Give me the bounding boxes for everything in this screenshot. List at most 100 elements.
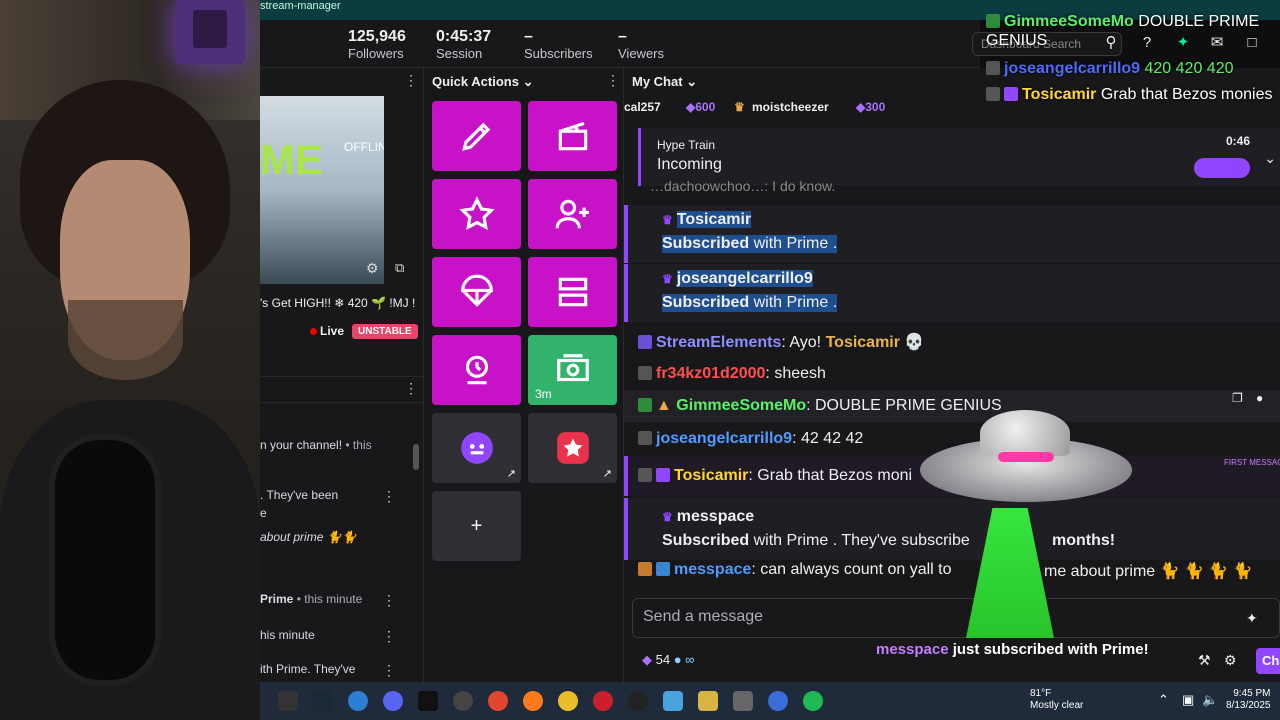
quick-actions-header[interactable]: Quick Actions ⌄ [432, 74, 533, 90]
app-yellow-icon[interactable] [698, 691, 718, 711]
live-dot [310, 328, 317, 335]
leader-name: moistcheezer [752, 100, 829, 114]
chat-message[interactable]: Tosicamir: Grab that Bezos moni [638, 467, 912, 485]
popout-icon[interactable]: ⧉ [395, 260, 404, 276]
camera-icon[interactable] [733, 691, 753, 711]
edit-stream-info-button[interactable] [432, 101, 521, 171]
network-icon[interactable]: ▣ [1182, 692, 1194, 708]
activity-text: n your channel! [260, 438, 343, 452]
drops-button[interactable] [432, 257, 521, 327]
settings-icon[interactable]: ⚙ [366, 260, 379, 277]
quick-actions-title: Quick Actions [432, 74, 519, 89]
clock[interactable]: 9:45 PM 8/13/2025 [1226, 688, 1271, 712]
stat-value: 0:45:37 [436, 28, 492, 45]
run-ad-button[interactable] [432, 179, 521, 249]
extension-star-button[interactable]: ↗ [528, 413, 617, 483]
steam-icon[interactable] [313, 691, 333, 711]
panel-menu-icon[interactable]: ⋮ [404, 72, 418, 89]
mod-tools-icon[interactable]: ⚒ [1198, 652, 1211, 669]
overlay-username: Tosicamir [1022, 86, 1097, 103]
sub-badge-icon [986, 87, 1000, 101]
stat-subscribers: – Subscribers [524, 28, 593, 62]
window-title: stream-manager [260, 0, 341, 12]
leader-name: cal257 [624, 100, 661, 114]
ad-timer-button[interactable]: 3m [528, 335, 617, 405]
app-swirl-icon[interactable] [768, 691, 788, 711]
app-red-icon[interactable] [488, 691, 508, 711]
cat-emote-icon: 🐈 🐈 🐈 🐈 [1159, 563, 1253, 580]
emote-picker-icon[interactable]: ✦ [1246, 610, 1258, 627]
chat-message[interactable]: StreamElements: Ayo! Tosicamir 💀 [638, 332, 924, 352]
chat-message[interactable]: messpace: can always count on yall to [638, 561, 952, 579]
stream-title: 's Get HIGH!! ❄ 420 🌱 !MJ ! [260, 296, 416, 310]
activity-item-menu-icon[interactable]: ⋮ [382, 592, 396, 609]
chat-header[interactable]: My Chat ⌄ [632, 74, 697, 90]
sub-badge-icon [638, 468, 652, 482]
activity-item[interactable]: n your channel! • this [260, 438, 372, 452]
activity-time: • this [342, 438, 372, 452]
activity-item[interactable]: his minute [260, 628, 315, 642]
cursor-app-icon[interactable] [418, 691, 438, 711]
activity-item[interactable]: about prime 🐈🐈 [260, 530, 357, 544]
extension-bot-button[interactable]: ↗ [432, 413, 521, 483]
overlay-text: Grab that Bezos monies [1096, 86, 1273, 103]
chat-username[interactable]: joseangelcarrillo9 [656, 430, 792, 447]
obs-icon[interactable] [453, 691, 473, 711]
chat-username[interactable]: Tosicamir [674, 467, 748, 484]
chat-message[interactable]: fr34kz01d2000: sheesh [638, 365, 826, 383]
epic-games-icon[interactable] [278, 691, 298, 711]
activity-scrollbar[interactable] [413, 444, 419, 470]
activity-item-menu-icon[interactable]: ⋮ [382, 628, 396, 645]
chat-username[interactable]: GimmeeSomeMo [676, 397, 806, 414]
quick-actions-menu-icon[interactable]: ⋮ [606, 72, 620, 89]
chat-username[interactable]: StreamElements [656, 334, 781, 351]
stat-value: – [524, 28, 533, 45]
opera-icon[interactable] [593, 691, 613, 711]
volume-icon[interactable]: 🔈 [1202, 692, 1218, 708]
activity-item-menu-icon[interactable]: ⋮ [382, 488, 396, 505]
add-quick-action-button[interactable]: + [432, 491, 521, 561]
chat-message[interactable]: joseangelcarrillo9: 42 42 42 [638, 430, 863, 448]
ufo-dome [980, 410, 1070, 456]
bits-badge-icon [656, 468, 670, 482]
discord-icon[interactable] [383, 691, 403, 711]
activity-item[interactable]: ith Prime. They've [260, 662, 355, 676]
quick-actions-panel: Quick Actions ⌄ ⋮ 3m ↗ ↗ + [424, 68, 624, 682]
chat-username[interactable]: messpace [674, 561, 751, 578]
taskbar [260, 682, 1280, 720]
chat-username[interactable]: fr34kz01d2000 [656, 365, 765, 382]
activity-menu-icon[interactable]: ⋮ [404, 380, 418, 397]
weather-widget[interactable]: 81°F Mostly clear [1030, 688, 1083, 712]
bits-badge-icon [1004, 87, 1018, 101]
alert-message: just subscribed with Prime! [948, 641, 1149, 658]
stats-bar: 125,946 Followers 0:45:37 Session – Subs… [260, 20, 980, 68]
sub-line-rest: with Prime . They've subscribe [749, 532, 970, 549]
firefox-icon[interactable] [523, 691, 543, 711]
chrome-icon[interactable] [558, 691, 578, 711]
pencil-icon [461, 122, 490, 151]
pin-icon[interactable]: ● [1256, 391, 1263, 405]
chevron-down-icon[interactable]: ⌄ [1264, 150, 1276, 167]
4k-app-icon[interactable] [628, 691, 648, 711]
chat-input[interactable]: Send a message [632, 598, 1280, 638]
rewards-button[interactable] [432, 335, 521, 405]
app-blue-icon[interactable] [663, 691, 683, 711]
activity-item[interactable]: . They've been [260, 488, 338, 502]
copy-icon[interactable]: ❐ [1232, 391, 1243, 405]
live-label: Live [320, 324, 345, 338]
raid-button[interactable] [528, 179, 617, 249]
stat-value: 125,946 [348, 28, 406, 45]
spotify-icon[interactable] [803, 691, 823, 711]
chat-send-button[interactable]: Cha [1256, 648, 1280, 674]
clip-button[interactable] [528, 101, 617, 171]
tray-chevron-icon[interactable]: ⌃ [1158, 692, 1169, 708]
layout-button[interactable] [528, 257, 617, 327]
activity-item-menu-icon[interactable]: ⋮ [382, 662, 396, 679]
activity-text: Prime [260, 592, 294, 606]
activity-item[interactable]: Prime • this minute [260, 592, 362, 606]
edge-icon[interactable] [348, 691, 368, 711]
stream-preview[interactable]: ME OFFLINE [260, 96, 384, 284]
channel-points[interactable]: ◆ 54 ● ∞ [642, 652, 694, 668]
divider [260, 402, 424, 403]
chat-settings-icon[interactable]: ⚙ [1224, 652, 1237, 669]
